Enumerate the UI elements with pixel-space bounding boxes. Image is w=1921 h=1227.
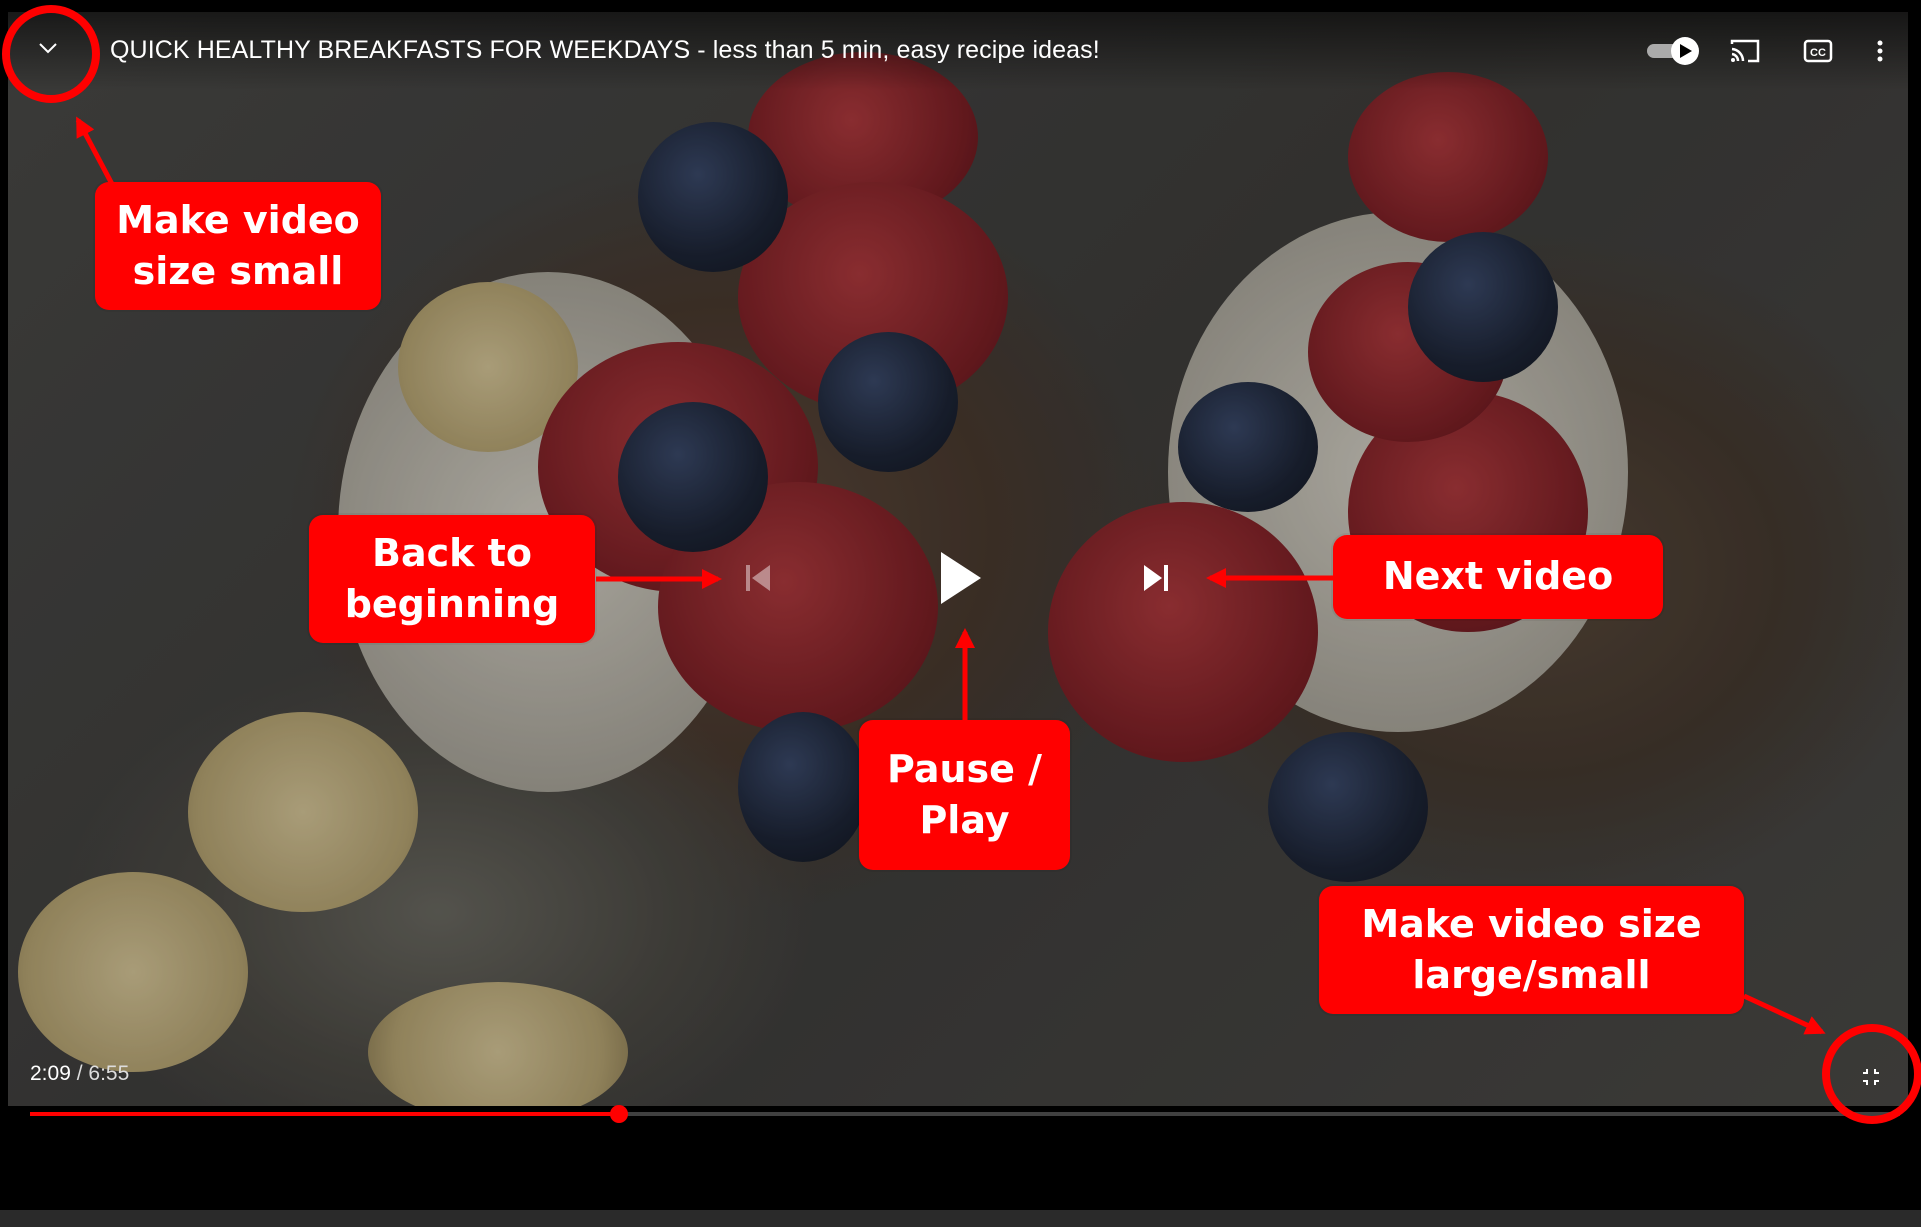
cast-icon (1730, 39, 1760, 63)
video-title[interactable]: QUICK HEALTHY BREAKFASTS FOR WEEKDAYS - … (110, 36, 1100, 65)
autoplay-toggle-icon (1647, 37, 1699, 65)
annotation-back-to-beginning: Back to beginning (309, 515, 595, 643)
cc-icon: CC (1803, 39, 1833, 63)
autoplay-toggle[interactable] (1645, 36, 1705, 66)
next-button[interactable] (1133, 555, 1179, 601)
time-display: 2:09 / 6:55 (30, 1062, 129, 1086)
annotation-make-small: Make video size small (95, 182, 381, 310)
more-options-button[interactable] (1868, 34, 1892, 68)
play-pause-button[interactable] (930, 545, 990, 611)
captions-button[interactable]: CC (1800, 36, 1836, 66)
progress-played (30, 1112, 620, 1116)
play-icon (941, 552, 981, 604)
skip-next-icon (1144, 565, 1168, 591)
skip-previous-icon (746, 565, 770, 591)
progress-bar[interactable] (30, 1105, 1900, 1123)
previous-button[interactable] (735, 555, 781, 601)
time-separator: / (70, 1062, 89, 1085)
annotation-make-large-small: Make video size large/small (1319, 886, 1744, 1014)
bottom-edge (0, 1210, 1921, 1227)
more-vert-icon (1877, 40, 1883, 62)
duration: 6:55 (88, 1062, 130, 1085)
annotation-ring-fullscreen (1822, 1024, 1921, 1124)
progress-scrubber[interactable] (610, 1105, 629, 1123)
cc-label: CC (1810, 47, 1826, 59)
current-time: 2:09 (30, 1062, 71, 1085)
annotation-ring-minimize (2, 5, 100, 103)
annotation-next-video: Next video (1333, 535, 1663, 619)
cast-button[interactable] (1725, 36, 1765, 66)
annotation-pause-play: Pause / Play (859, 720, 1070, 870)
youtube-player: QUICK HEALTHY BREAKFASTS FOR WEEKDAYS - … (0, 0, 1921, 1227)
